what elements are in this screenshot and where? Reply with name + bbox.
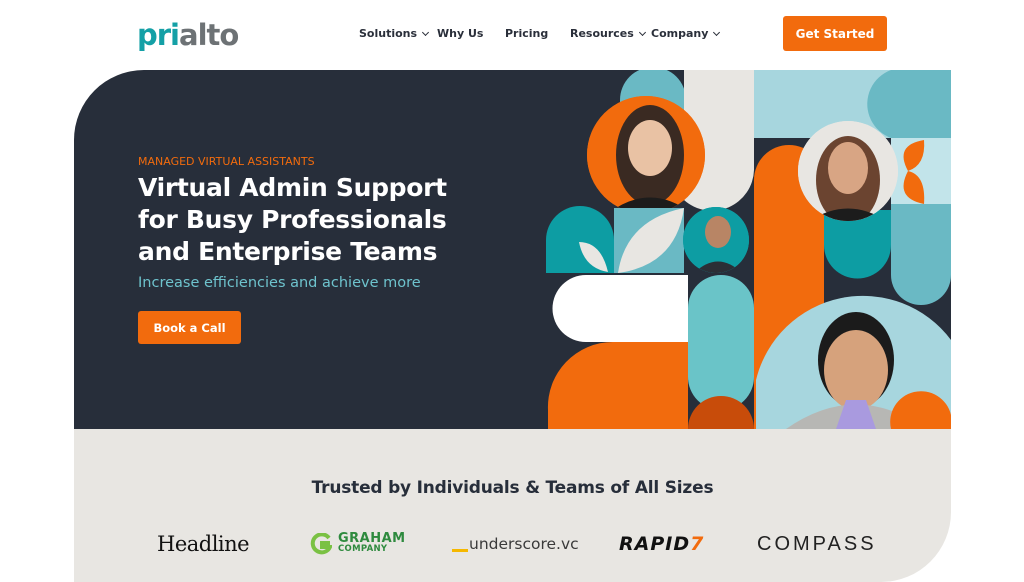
nav-company-label: Company bbox=[651, 27, 709, 40]
chevron-down-icon bbox=[638, 28, 646, 37]
brand-logo-headline: Headline bbox=[157, 532, 250, 556]
hero-title-line-1: Virtual Admin Support bbox=[138, 173, 447, 202]
book-a-call-button[interactable]: Book a Call bbox=[138, 311, 241, 344]
shape-teal-blob bbox=[867, 70, 951, 141]
nav-solutions[interactable]: Solutions bbox=[359, 25, 430, 43]
trusted-title: Trusted by Individuals & Teams of All Si… bbox=[311, 478, 714, 498]
chevron-down-icon bbox=[422, 28, 430, 37]
nav-why-us-label: Why Us bbox=[437, 27, 484, 40]
brand-logo-graham-company: GRAHAM COMPANY bbox=[310, 529, 406, 559]
nav-pricing-label: Pricing bbox=[505, 27, 549, 40]
page: prialto Solutions Why Us Pricing Resourc… bbox=[0, 0, 1024, 582]
hero-artwork bbox=[546, 70, 951, 429]
hero-subtitle: Increase efficiencies and achieve more bbox=[138, 275, 421, 291]
hero-title-line-2: for Busy Professionals bbox=[138, 205, 447, 234]
chevron-down-icon bbox=[713, 28, 721, 37]
shape-teal-pill bbox=[891, 204, 951, 305]
underscore-bar-icon bbox=[452, 548, 468, 552]
shape-white-pill bbox=[552, 275, 688, 342]
prialto-logo[interactable]: prialto bbox=[137, 17, 239, 53]
trusted-by-section: Trusted by Individuals & Teams of All Si… bbox=[74, 429, 951, 582]
underscore-text: underscore.vc bbox=[469, 535, 579, 553]
hero-section: MANAGED VIRTUAL ASSISTANTS Virtual Admin… bbox=[74, 70, 951, 429]
rapid-seven-mark: 7 bbox=[690, 533, 705, 555]
hero-title-line-3: and Enterprise Teams bbox=[138, 237, 438, 266]
hero-eyebrow: MANAGED VIRTUAL ASSISTANTS bbox=[138, 155, 315, 168]
site-header: prialto Solutions Why Us Pricing Resourc… bbox=[0, 0, 1024, 70]
graham-g-icon bbox=[310, 533, 332, 555]
nav-resources-label: Resources bbox=[570, 27, 634, 40]
brand-logo-rapid7: RAPID 7 bbox=[619, 529, 704, 559]
shape-darkorange-half bbox=[688, 396, 754, 429]
brand-logo-underscore-vc: underscore.vc bbox=[452, 529, 579, 559]
logo-part-2: alto bbox=[179, 18, 239, 52]
logo-part-1: pri bbox=[137, 18, 180, 52]
rapid-text: RAPID bbox=[619, 533, 691, 555]
photo-assistant-man-1 bbox=[683, 207, 749, 273]
shape-teal-vpill bbox=[688, 275, 754, 410]
nav-solutions-label: Solutions bbox=[359, 27, 418, 40]
graham-line-2: COMPANY bbox=[338, 544, 388, 554]
nav-company[interactable]: Company bbox=[651, 25, 721, 43]
graham-line-1: GRAHAM bbox=[338, 531, 406, 546]
shape-orange-quarter bbox=[547, 341, 688, 429]
get-started-button[interactable]: Get Started bbox=[783, 16, 887, 51]
hero-title: Virtual Admin Support for Busy Professio… bbox=[138, 172, 558, 268]
nav-resources[interactable]: Resources bbox=[570, 25, 646, 43]
nav-pricing[interactable]: Pricing bbox=[505, 25, 548, 43]
brand-logo-compass: COMPASS bbox=[757, 532, 877, 555]
shape-teal-half bbox=[824, 210, 891, 279]
nav-why-us[interactable]: Why Us bbox=[437, 25, 483, 43]
